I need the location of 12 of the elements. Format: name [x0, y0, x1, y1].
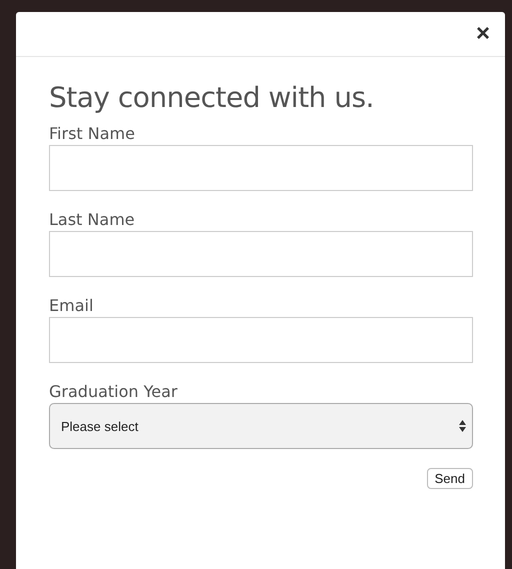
field-label: First Name — [49, 124, 135, 143]
field-label: Email — [49, 296, 94, 315]
text-field[interactable] — [49, 231, 473, 277]
field-label: Last Name — [49, 210, 135, 229]
text-field[interactable] — [49, 145, 473, 191]
field-label: Graduation Year — [49, 382, 178, 401]
text-field[interactable] — [49, 317, 473, 363]
dialog-title: Stay connected with us. — [49, 81, 375, 114]
close-button[interactable]: × — [472, 22, 494, 46]
sort-arrows-icon — [459, 420, 466, 432]
send-button[interactable]: Send — [426, 468, 473, 489]
select-field[interactable]: Please select — [49, 403, 473, 449]
